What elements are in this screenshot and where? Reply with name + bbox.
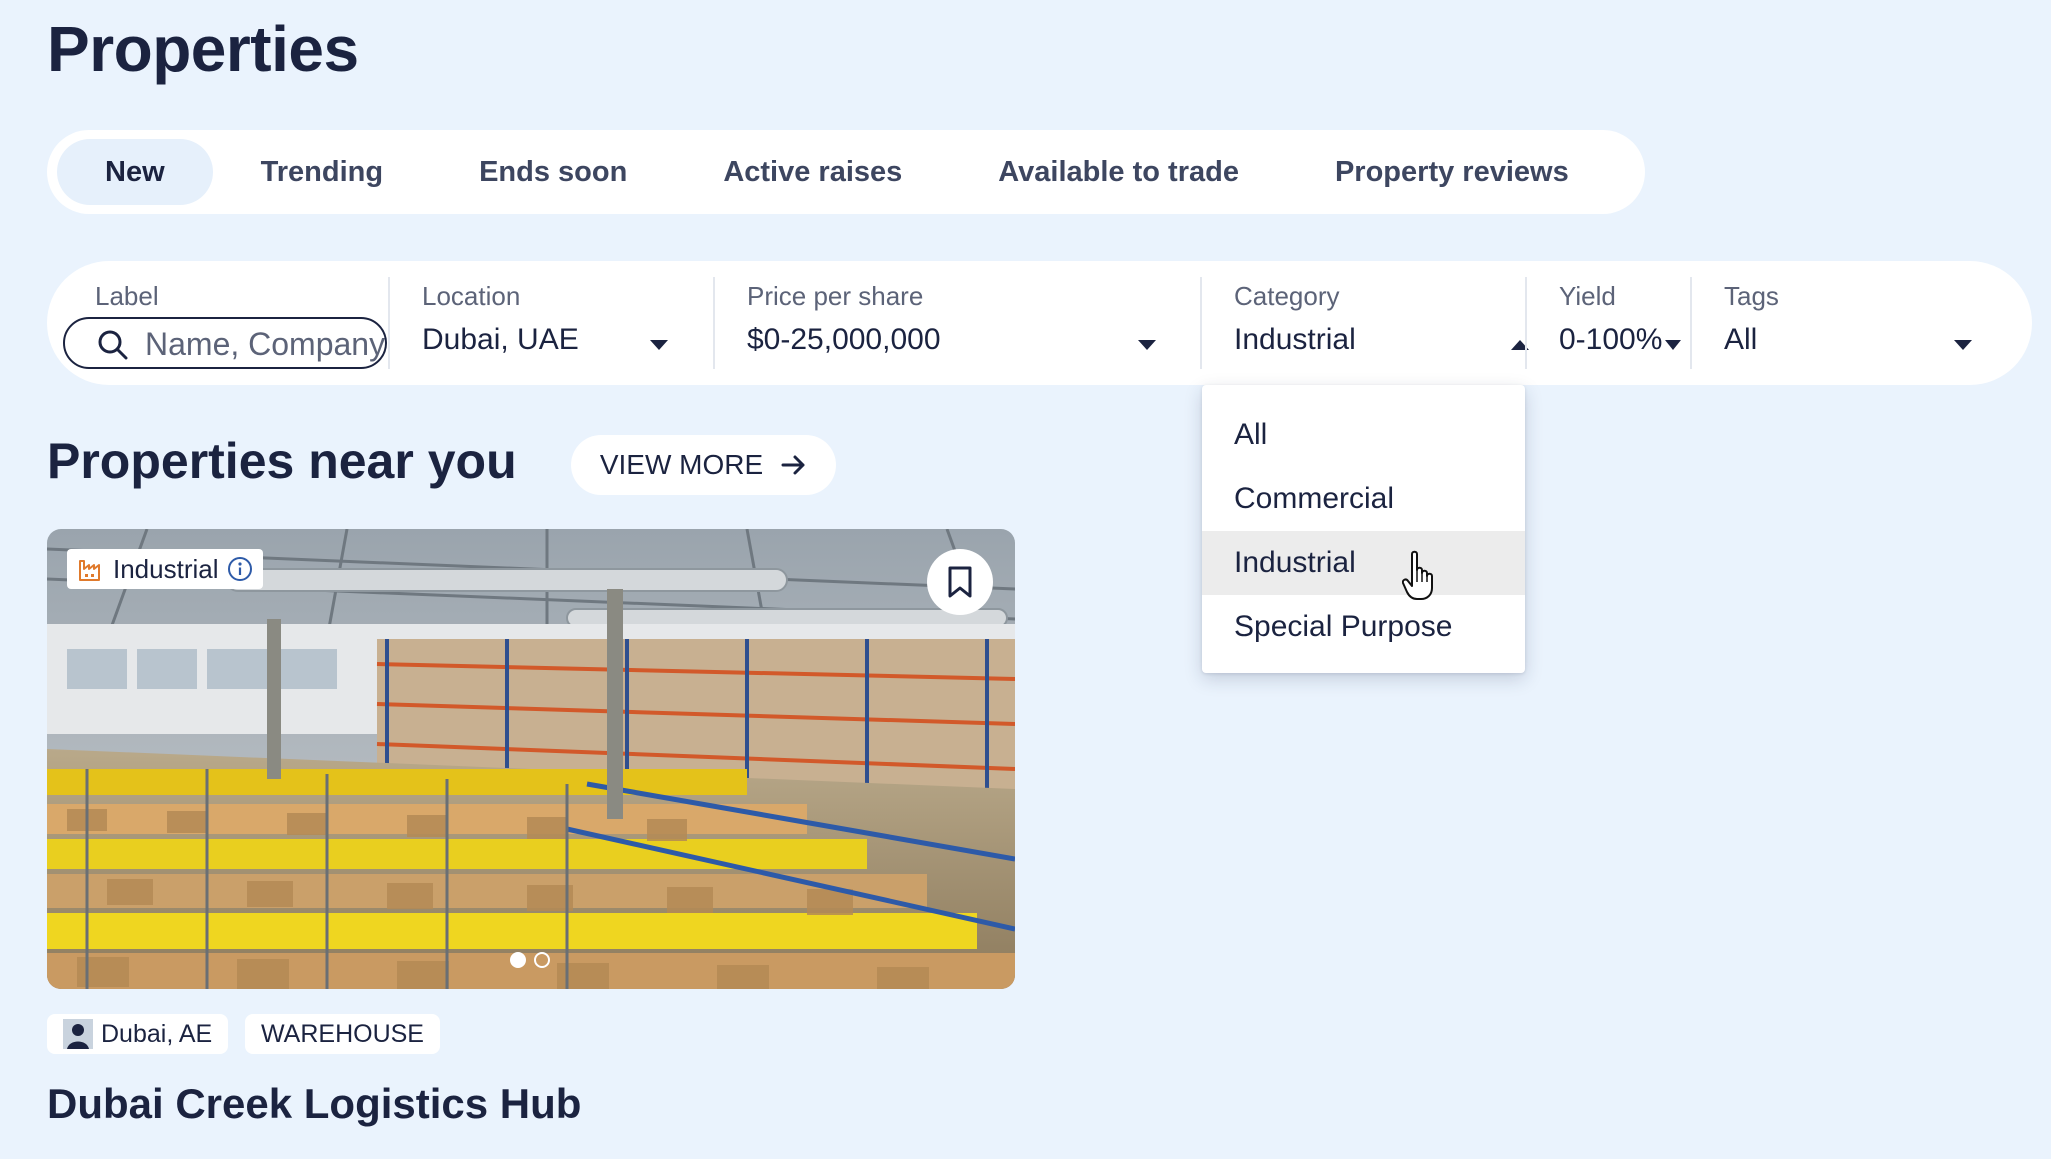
location-filter-title: Location [422,281,521,311]
search-icon [98,330,128,360]
bookmark-button[interactable] [927,549,993,615]
yield-filter[interactable]: Yield 0-100% [1527,261,1692,385]
category-value: Industrial [1234,323,1356,356]
info-icon[interactable] [227,556,253,582]
price-filter-title: Price per share [747,281,924,311]
view-more-button[interactable]: VIEW MORE [571,435,836,495]
tab-available-to-trade[interactable]: Available to trade [950,139,1287,205]
avatar [63,1019,93,1049]
arrow-right-icon [781,455,805,475]
property-type-label: WAREHOUSE [261,1019,424,1048]
tab-ends-soon[interactable]: Ends soon [431,139,675,205]
tags-filter[interactable]: Tags All [1692,261,2022,385]
dropdown-option-special-purpose[interactable]: Special Purpose [1202,595,1525,659]
tab-property-reviews[interactable]: Property reviews [1287,139,1617,205]
image-carousel-indicator [510,952,550,968]
location-chip-label: Dubai, AE [101,1019,213,1048]
factory-icon [79,560,100,581]
yield-filter-title: Yield [1559,281,1616,311]
hand-cursor-icon [1402,550,1433,600]
category-filter[interactable]: Category Industrial [1202,261,1572,385]
price-value: $0-25,000,000 [747,323,941,356]
section-title: Properties near you [47,433,517,489]
chevron-down-icon [650,340,668,350]
chevron-down-icon [1665,340,1681,350]
chevron-down-icon [1138,340,1156,350]
category-badge-label: Industrial [113,553,219,584]
tags-filter-title: Tags [1724,281,1779,311]
category-dropdown-menu: All Commercial Industrial Special Purpos… [1202,385,1525,673]
location-value: Dubai, UAE [422,323,579,356]
label-filter: Label [47,261,389,385]
tab-bar: New Trending Ends soon Active raises Ava… [47,130,1645,214]
search-field[interactable] [63,317,387,369]
property-title[interactable]: Dubai Creek Logistics Hub [47,1080,581,1128]
carousel-dot[interactable] [534,952,550,968]
bookmark-icon [948,566,972,598]
tab-new[interactable]: New [57,139,213,205]
dropdown-option-industrial[interactable]: Industrial [1202,531,1525,595]
property-image[interactable] [47,529,1015,989]
dropdown-option-commercial[interactable]: Commercial [1202,467,1525,531]
dropdown-option-all[interactable]: All [1202,403,1525,467]
search-input[interactable] [145,325,385,363]
tags-value: All [1724,323,1758,356]
location-filter[interactable]: Location Dubai, UAE [390,261,760,385]
property-type-chip: WAREHOUSE [245,1014,440,1054]
tab-trending[interactable]: Trending [213,139,431,205]
carousel-dot[interactable] [510,952,526,968]
price-filter[interactable]: Price per share $0-25,000,000 [715,261,1200,385]
view-more-label: VIEW MORE [599,449,764,480]
warehouse-photo [47,529,1015,989]
chevron-down-icon [1954,340,1972,350]
category-badge: Industrial [67,549,263,589]
category-filter-title: Category [1234,281,1340,311]
tab-active-raises[interactable]: Active raises [675,139,950,205]
filter-bar: Label Location Dubai, UAE Price per shar… [47,261,2032,385]
label-filter-title: Label [95,281,159,311]
yield-value: 0-100% [1559,323,1663,356]
page-title: Properties [47,13,359,85]
location-chip: Dubai, AE [47,1014,229,1054]
